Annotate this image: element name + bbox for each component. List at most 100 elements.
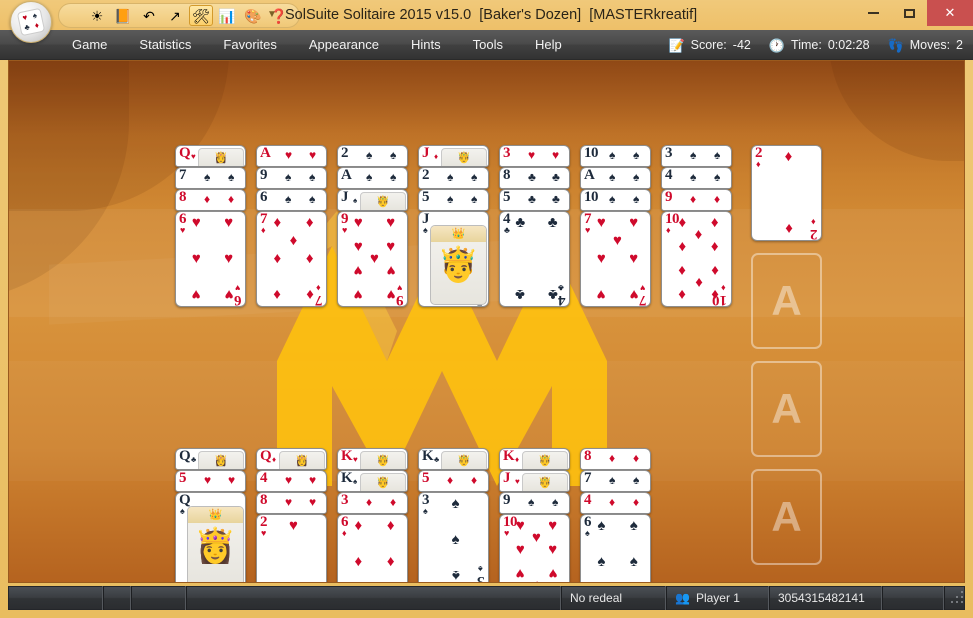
playing-card[interactable]: J 🤴 ♠ [337,189,408,211]
playing-card[interactable]: 6♦6♦♦♦♦♦♦♦ [337,514,408,582]
playing-card[interactable]: 9 ♦ ♦ [661,189,732,211]
card-suit-icon: ♣ [528,192,536,206]
undo-icon[interactable]: ↶ [137,5,161,26]
menu-item-favorites[interactable]: Favorites [207,30,292,60]
playing-card[interactable]: 9 ♥ 9 ♥ ♥ ♥ ♥ ♥ ♥ ♥ ♥ ♥ ♥ [337,211,408,307]
playing-card[interactable]: 4 ♣ 4 ♣ ♣ ♣ ♣ ♣ [499,211,570,307]
card-rank: 7 [584,470,592,486]
playing-card[interactable]: 6 ♥ 6 ♥ ♥ ♥ ♥ ♥ ♥ ♥ [175,211,246,307]
card-suit-icon: ♠ [447,192,454,206]
playing-card[interactable]: 5 ♣ ♣ [499,189,570,211]
tools-icon[interactable]: 🛠 [189,5,213,26]
card-pip: ♦ [273,250,282,267]
playing-card[interactable]: 2 ♠ ♠ [337,145,408,167]
playing-card[interactable]: 2♥2♥♥♥ [256,514,327,582]
card-suit-icon: ♣ [434,455,440,464]
playing-card[interactable]: K 🤴 ♥ [337,448,408,470]
playing-card[interactable]: Q 👸 ♥ [175,145,246,167]
card-suit-icon: ♦ [447,473,454,487]
playing-card[interactable]: J 🤴 ♥ [499,470,570,492]
card-pip: ♦ [273,286,282,304]
playing-card[interactable]: 3 ♥ ♥ [499,145,570,167]
foundation-slot-empty[interactable]: A [751,469,822,565]
playing-card[interactable]: A ♠ ♠ [580,167,651,189]
playing-card[interactable]: 5 ♥ ♥ [175,470,246,492]
playing-card[interactable]: A ♠ ♠ [337,167,408,189]
playing-card[interactable]: K 🤴 ♦ [499,448,570,470]
playing-card[interactable]: 2 ♠ ♠ [418,167,489,189]
menu-item-statistics[interactable]: Statistics [123,30,207,60]
playing-card[interactable]: J♠J♠👑🤴 [418,211,489,307]
playing-card[interactable]: 7 ♥ 7 ♥ ♥ ♥ ♥ ♥ ♥ ♥ ♥ [580,211,651,307]
playing-card[interactable]: Q 👸 ♦ [256,448,327,470]
playing-card[interactable]: 10 ♠ ♠ [580,189,651,211]
card-suit-icon: ♥ [585,225,591,235]
card-court-figure: 👑 👸 [187,506,244,582]
card-court-strip: 👸 [198,451,244,469]
menu-item-hints[interactable]: Hints [395,30,457,60]
playing-card[interactable]: 7 ♠ ♠ [580,470,651,492]
playing-card[interactable]: 9 ♠ ♠ [499,492,570,514]
statistics-icon[interactable]: 📊 [215,5,239,26]
playing-card[interactable]: 4 ♦ ♦ [580,492,651,514]
new-game-icon[interactable]: ☀ [85,5,109,26]
playing-card[interactable]: 8 ♦ ♦ [580,448,651,470]
foundation-slot-empty[interactable]: A [751,253,822,349]
card-suit-icon: ♠ [609,473,616,487]
redo-icon[interactable]: ↗ [163,5,187,26]
playing-card[interactable]: Q♠Q♠👑👸 [175,492,246,582]
playing-card[interactable]: 5 ♠ ♠ [418,189,489,211]
playing-card[interactable]: 10♥10♥♥♥♥♥♥♥♥♥♥♥ [499,514,570,582]
playing-card[interactable]: 9 ♠ ♠ [256,167,327,189]
toolbar-overflow-icon[interactable]: ▼ [267,9,277,20]
playing-card[interactable]: 6♠6♠♠♠♠♠♠♠ [580,514,651,582]
menu-item-tools[interactable]: Tools [457,30,519,60]
application-window: ♥ ♠ ♣ ♦ ☀ 📙 ↶ ↗ 🛠 📊 🎨 ❓ ▼ SolSuite Solitaire 20… [0,0,973,618]
playing-card[interactable]: A ♥ ♥ [256,145,327,167]
card-suit-icon: ♥ [528,148,536,162]
playing-card[interactable]: 7 ♦ 7 ♦ ♦ ♦ ♦ ♦ ♦ ♦ ♦ [256,211,327,307]
playing-card[interactable]: 8 ♦ ♦ [175,189,246,211]
resize-grip[interactable] [948,588,964,608]
playing-card[interactable]: J 🤴 ♦ [418,145,489,167]
close-button[interactable]: ✕ [927,0,973,26]
foundation-card[interactable]: 2 ♦ 2 ♦ ♦ ♦ [751,145,822,241]
foundation-slot-empty[interactable]: A [751,361,822,457]
card-suit-icon: ♠ [633,192,640,206]
minimize-button[interactable] [855,0,891,26]
card-suit-icon: ♥ [261,528,267,538]
card-rank: 3 [503,145,511,161]
menu-item-appearance[interactable]: Appearance [293,30,395,60]
card-suit-icon: ♠ [390,170,397,184]
card-rank: 4 [584,492,592,508]
playing-card[interactable]: 3 ♠ ♠ [661,145,732,167]
playing-card[interactable]: 7 ♠ ♠ [175,167,246,189]
app-logo-icon[interactable]: ♥ ♠ ♣ ♦ [10,1,52,43]
playing-card[interactable]: 3 ♠ 3 ♠ ♠ ♠ ♠ [418,492,489,582]
card-suit-icon-bottom: ♦ [811,217,816,227]
maximize-button[interactable] [891,0,927,26]
menu-item-game[interactable]: Game [56,30,123,60]
card-rank: J [503,470,511,486]
open-folder-icon[interactable]: 📙 [111,5,135,26]
appearance-palette-icon[interactable]: 🎨 [241,5,265,26]
playing-card[interactable]: 8 ♣ ♣ [499,167,570,189]
playing-card[interactable]: 6 ♠ ♠ [256,189,327,211]
card-pip: ♠ [629,516,638,534]
playing-card[interactable]: 8 ♥ ♥ [256,492,327,514]
playing-card[interactable]: K 🤴 ♠ [337,470,408,492]
menu-item-help[interactable]: Help [519,30,578,60]
playing-card[interactable]: 10 ♦ 10 ♦ ♦ ♦ ♦ ♦ ♦ ♦ ♦ ♦ ♦ ♦ [661,211,732,307]
card-pip: ♠ [451,531,460,548]
playing-card[interactable]: 10 ♠ ♠ [580,145,651,167]
playing-card[interactable]: 4 ♠ ♠ [661,167,732,189]
card-pips: ♥♥ [271,518,316,582]
playing-card[interactable]: 3 ♦ ♦ [337,492,408,514]
card-pips: ♠ ♠ ♠ [433,496,478,582]
playing-card[interactable]: Q 👸 ♣ [175,448,246,470]
playing-card[interactable]: 5 ♦ ♦ [418,470,489,492]
status-bar: No redeal 👥 Player 1 3054315482141 [8,586,965,610]
game-table[interactable]: Q 👸 ♥ 7 ♠ ♠ 8 ♦ ♦ 6 ♥ 6 ♥ ♥ ♥ ♥ ♥ ♥ ♥ A ♥ ♥ 9 ♠ ♠ 6 ♠ ♠ 7 ♦ 7 ♦ ♦ ♦ ♦ ♦ ♦ ♦ ♦ 2… [8,60,965,583]
playing-card[interactable]: 4 ♥ ♥ [256,470,327,492]
playing-card[interactable]: K 🤴 ♣ [418,448,489,470]
